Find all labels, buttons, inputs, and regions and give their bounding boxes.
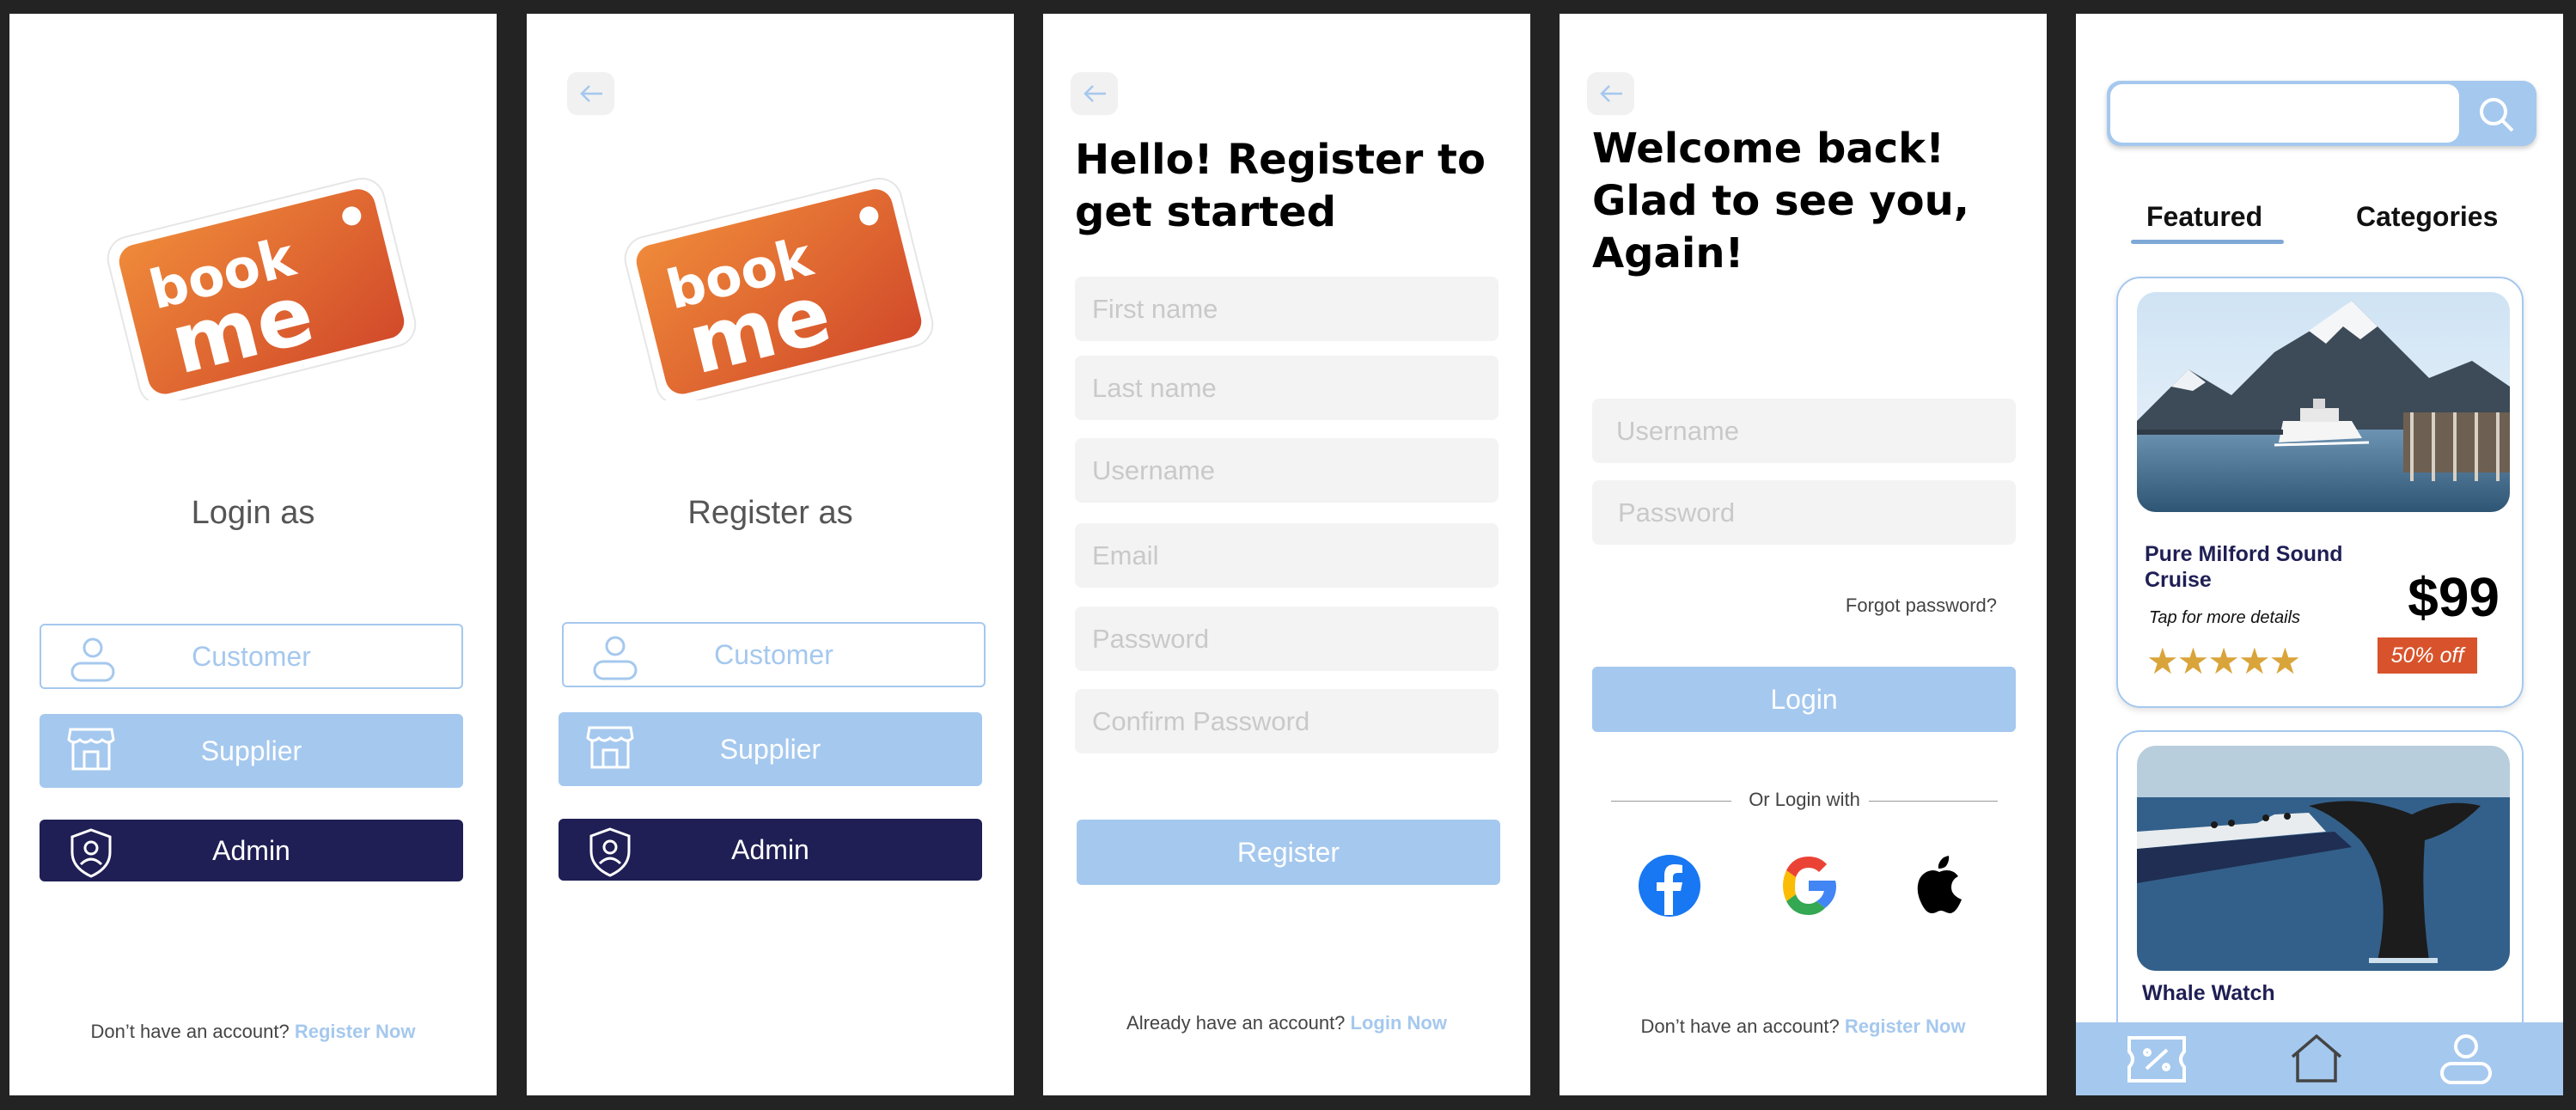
admin-role-button[interactable]: Admin: [559, 819, 982, 881]
arrow-left-icon: [579, 85, 602, 102]
bookme-logo: book me: [624, 177, 934, 400]
store-icon: [67, 728, 115, 771]
register-prompt: Don’t have an account? Register Now: [1560, 1015, 2047, 1038]
search-bar: [2107, 81, 2536, 146]
register-prompt-text: Don’t have an account?: [90, 1021, 290, 1042]
shield-user-icon: [589, 827, 631, 877]
search-icon[interactable]: [2476, 95, 2516, 134]
register-screen: Hello! Register to get started First nam…: [1043, 14, 1530, 1095]
login-button[interactable]: Login: [1592, 667, 2016, 732]
email-field[interactable]: Email: [1075, 523, 1499, 588]
login-prompt: Already have an account? Login Now: [1043, 1012, 1530, 1034]
login-now-link[interactable]: Login Now: [1351, 1012, 1447, 1034]
back-button[interactable]: [1587, 72, 1634, 115]
home-icon[interactable]: [2287, 1031, 2346, 1086]
heading-line-1: Hello! Register to: [1075, 136, 1486, 184]
star-rating: ★★★★★: [2146, 641, 2301, 681]
heading-line-2: get started: [1075, 188, 1337, 236]
discount-badge: 50% off: [2378, 637, 2477, 674]
password-field[interactable]: Password: [1592, 480, 2016, 545]
card-price: $99: [2408, 566, 2500, 628]
tab-categories[interactable]: Categories: [2356, 201, 2498, 233]
bottom-nav: [2076, 1022, 2563, 1095]
back-button[interactable]: [1071, 72, 1118, 115]
bookme-logo: book me: [107, 177, 417, 400]
customer-role-button[interactable]: Customer: [40, 624, 463, 689]
page-title: Login as: [191, 495, 315, 531]
user-icon: [593, 636, 638, 680]
supplier-role-button[interactable]: Supplier: [40, 714, 463, 788]
card-hint: Tap for more details: [2149, 608, 2301, 627]
profile-icon[interactable]: [2433, 1029, 2499, 1088]
tab-featured[interactable]: Featured: [2146, 201, 2262, 233]
arrow-left-icon: [1083, 85, 1106, 102]
shield-user-icon: [70, 828, 112, 878]
username-field[interactable]: Username: [1075, 438, 1499, 503]
apple-icon[interactable]: [1905, 851, 1974, 920]
tab-indicator: [2131, 240, 2284, 244]
customer-label: Customer: [192, 640, 311, 672]
customer-role-button[interactable]: Customer: [562, 622, 986, 687]
page-title: Register as: [687, 495, 853, 531]
heading-line-2: Glad to see you,: [1592, 177, 1970, 225]
divider-text: Or Login with: [1749, 789, 1860, 810]
register-prompt-text: Don’t have an account?: [1640, 1015, 1840, 1037]
register-as-screen: book me Register as Customer Supplier Ad…: [527, 14, 1014, 1095]
page-heading: Welcome back! Glad to see you, Again!: [1592, 123, 1969, 280]
back-button[interactable]: [567, 72, 614, 115]
admin-label: Admin: [731, 833, 809, 865]
last-name-field[interactable]: Last name: [1075, 356, 1499, 420]
google-icon[interactable]: [1774, 851, 1843, 920]
forgot-password-link[interactable]: Forgot password?: [1846, 595, 1997, 617]
tour-card[interactable]: Pure Milford Sound Cruise Tap for more d…: [2116, 277, 2524, 708]
supplier-label: Supplier: [719, 733, 821, 765]
admin-label: Admin: [212, 834, 290, 866]
register-button[interactable]: Register: [1077, 820, 1500, 885]
register-prompt: Don’t have an account? Register Now: [9, 1021, 497, 1043]
register-now-link[interactable]: Register Now: [1845, 1015, 1966, 1037]
discount-icon[interactable]: [2124, 1033, 2189, 1086]
heading-line-3: Again!: [1592, 229, 1744, 278]
divider-line-right: [1869, 801, 1998, 802]
card-title: Pure Milford Sound Cruise: [2145, 542, 2343, 592]
supplier-role-button[interactable]: Supplier: [559, 712, 982, 786]
first-name-field[interactable]: First name: [1075, 277, 1499, 341]
user-icon: [70, 637, 115, 682]
admin-role-button[interactable]: Admin: [40, 820, 463, 881]
milford-sound-image: [2137, 292, 2510, 512]
store-icon: [586, 726, 634, 769]
card-title: Whale Watch: [2142, 981, 2275, 1005]
customer-label: Customer: [714, 638, 833, 670]
username-field[interactable]: Username: [1592, 399, 2016, 463]
whale-watch-image: [2137, 746, 2510, 971]
login-as-screen: book me Login as Customer Supplier Admin…: [9, 14, 497, 1095]
browse-screen: Featured Categories Pure Milford Sound C…: [2076, 14, 2563, 1095]
password-field[interactable]: Password: [1075, 607, 1499, 671]
login-screen: Welcome back! Glad to see you, Again! Us…: [1560, 14, 2047, 1095]
arrow-left-icon: [1599, 85, 1622, 102]
login-prompt-text: Already have an account?: [1126, 1012, 1346, 1034]
heading-line-1: Welcome back!: [1592, 125, 1944, 173]
register-now-link[interactable]: Register Now: [295, 1021, 416, 1042]
facebook-icon[interactable]: [1635, 851, 1704, 920]
page-heading: Hello! Register to get started: [1075, 134, 1486, 239]
social-divider: Or Login with: [1611, 789, 1998, 814]
confirm-password-field[interactable]: Confirm Password: [1075, 689, 1499, 753]
search-input[interactable]: [2110, 84, 2459, 143]
supplier-label: Supplier: [200, 735, 302, 766]
